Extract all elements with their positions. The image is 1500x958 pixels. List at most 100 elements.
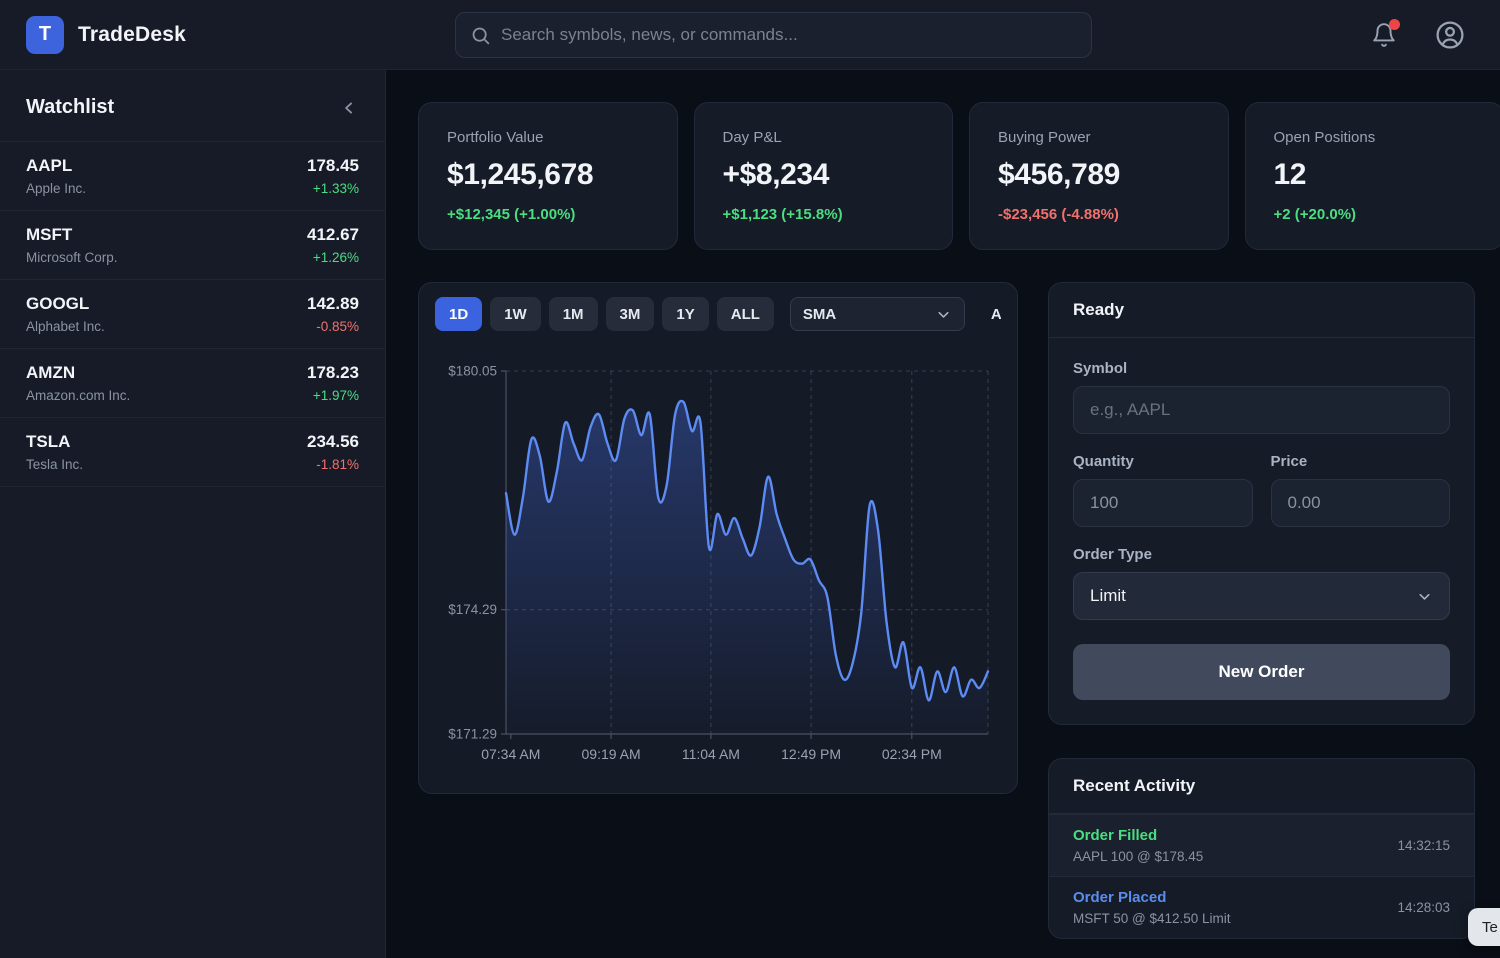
chevron-down-icon (1416, 588, 1433, 605)
stat-card: Portfolio Value $1,245,678 +$12,345 (+1.… (418, 102, 678, 250)
quantity-input[interactable] (1073, 479, 1253, 527)
timeframe-button-1m[interactable]: 1M (549, 297, 598, 331)
svg-text:07:34 AM: 07:34 AM (481, 746, 540, 762)
company-name: Microsoft Corp. (26, 250, 118, 265)
ticker-price: 178.23 (307, 363, 359, 383)
ticker-symbol: AAPL (26, 156, 86, 176)
account-button[interactable] (1432, 17, 1468, 53)
order-ticket-panel: Ready Symbol Quantity Price (1048, 282, 1475, 725)
timeframe-button-1y[interactable]: 1Y (662, 297, 708, 331)
ticker-symbol: GOOGL (26, 294, 105, 314)
watchlist-row-googl[interactable]: GOOGL Alphabet Inc. 142.89 -0.85% (0, 280, 385, 349)
svg-text:$171.29: $171.29 (448, 727, 497, 742)
search-input[interactable] (501, 25, 1077, 45)
watchlist-title: Watchlist (26, 96, 114, 119)
activity-item[interactable]: Order Placed MSFT 50 @ $412.50 Limit 14:… (1049, 876, 1474, 938)
toast-notification[interactable]: Te (1468, 908, 1500, 946)
stat-value: $456,789 (998, 158, 1200, 192)
ticker-change: +1.26% (307, 250, 359, 265)
watchlist-row-amzn[interactable]: AMZN Amazon.com Inc. 178.23 +1.97% (0, 349, 385, 418)
order-type-value: Limit (1090, 586, 1126, 606)
price-input[interactable] (1271, 479, 1451, 527)
company-name: Tesla Inc. (26, 457, 83, 472)
chevron-down-icon (935, 306, 952, 323)
order-type-label: Order Type (1073, 546, 1450, 563)
user-avatar-icon (1434, 19, 1466, 51)
activity-detail: MSFT 50 @ $412.50 Limit (1073, 911, 1231, 926)
main-content: Portfolio Value $1,245,678 +$12,345 (+1.… (386, 70, 1500, 958)
app-title: TradeDesk (78, 23, 186, 47)
ticker-symbol: TSLA (26, 432, 83, 452)
stat-card: Open Positions 12 +2 (+20.0%) (1245, 102, 1500, 250)
ticker-price: 178.45 (307, 156, 359, 176)
indicator-select[interactable]: SMA (790, 297, 965, 331)
ticker-change: -0.85% (307, 319, 359, 334)
stat-change: -$23,456 (-4.88%) (998, 206, 1200, 223)
order-status: Ready (1049, 283, 1474, 338)
activity-list: Order Filled AAPL 100 @ $178.45 14:32:15… (1049, 814, 1474, 938)
search-icon (470, 25, 491, 46)
watchlist-row-msft[interactable]: MSFT Microsoft Corp. 412.67 +1.26% (0, 211, 385, 280)
indicator-selected-value: SMA (803, 306, 836, 323)
global-search[interactable] (455, 12, 1092, 58)
stat-value: $1,245,678 (447, 158, 649, 192)
notifications-button[interactable] (1366, 17, 1402, 53)
svg-text:11:04 AM: 11:04 AM (682, 746, 740, 762)
svg-text:$180.05: $180.05 (448, 364, 497, 379)
activity-detail: AAPL 100 @ $178.45 (1073, 849, 1203, 864)
activity-time: 14:32:15 (1397, 838, 1450, 853)
stat-label: Day P&L (723, 129, 925, 146)
new-order-button[interactable]: New Order (1073, 644, 1450, 700)
chart-toolbar: 1D 1W 1M 3M 1Y ALL SMA Annotate (435, 297, 1001, 331)
svg-text:02:34 PM: 02:34 PM (882, 746, 942, 762)
company-name: Alphabet Inc. (26, 319, 105, 334)
activity-title: Order Filled (1073, 827, 1203, 844)
price-chart-card: 1D 1W 1M 3M 1Y ALL SMA Annotate $180.05$… (418, 282, 1018, 794)
stat-change: +$1,123 (+15.8%) (723, 206, 925, 223)
watchlist-row-aapl[interactable]: AAPL Apple Inc. 178.45 +1.33% (0, 142, 385, 211)
stat-card: Day P&L +$8,234 +$1,123 (+15.8%) (694, 102, 954, 250)
collapse-sidebar-button[interactable] (339, 98, 359, 118)
stats-row: Portfolio Value $1,245,678 +$12,345 (+1.… (418, 102, 1500, 250)
quantity-label: Quantity (1073, 453, 1253, 470)
ticker-change: +1.97% (307, 388, 359, 403)
brand: T TradeDesk (0, 16, 186, 54)
annotate-button[interactable]: Annotate (991, 306, 1001, 323)
timeframe-button-3m[interactable]: 3M (606, 297, 655, 331)
timeframe-button-1d[interactable]: 1D (435, 297, 482, 331)
recent-activity-panel: Recent Activity Order Filled AAPL 100 @ … (1048, 758, 1475, 939)
company-name: Amazon.com Inc. (26, 388, 130, 403)
ticker-symbol: MSFT (26, 225, 118, 245)
ticker-price: 234.56 (307, 432, 359, 452)
svg-text:09:19 AM: 09:19 AM (582, 746, 641, 762)
watchlist-row-tsla[interactable]: TSLA Tesla Inc. 234.56 -1.81% (0, 418, 385, 487)
stat-card: Buying Power $456,789 -$23,456 (-4.88%) (969, 102, 1229, 250)
watchlist-sidebar: Watchlist AAPL Apple Inc. 178.45 +1.33% … (0, 70, 386, 958)
ticker-price: 412.67 (307, 225, 359, 245)
svg-text:$174.29: $174.29 (448, 602, 497, 617)
order-type-select[interactable]: Limit (1073, 572, 1450, 620)
app-logo: T (26, 16, 64, 54)
activity-time: 14:28:03 (1397, 900, 1450, 915)
stat-label: Portfolio Value (447, 129, 649, 146)
company-name: Apple Inc. (26, 181, 86, 196)
stat-label: Open Positions (1274, 129, 1476, 146)
stat-label: Buying Power (998, 129, 1200, 146)
timeframe-button-all[interactable]: ALL (717, 297, 774, 331)
watchlist-items: AAPL Apple Inc. 178.45 +1.33% MSFT Micro… (0, 142, 385, 487)
svg-text:12:49 PM: 12:49 PM (781, 746, 841, 762)
symbol-label: Symbol (1073, 360, 1450, 377)
ticker-symbol: AMZN (26, 363, 130, 383)
timeframe-button-1w[interactable]: 1W (490, 297, 541, 331)
activity-title: Order Placed (1073, 889, 1231, 906)
stat-value: 12 (1274, 158, 1476, 192)
recent-activity-title: Recent Activity (1049, 759, 1474, 814)
activity-item[interactable]: Order Filled AAPL 100 @ $178.45 14:32:15 (1049, 814, 1474, 876)
top-bar: T TradeDesk (0, 0, 1500, 70)
notification-badge (1389, 19, 1400, 30)
price-chart[interactable]: $180.05 $174.29 $171.29 07:34 AM 09:19 AM 11:… (435, 337, 1001, 782)
price-label: Price (1271, 453, 1451, 470)
stat-value: +$8,234 (723, 158, 925, 192)
symbol-input[interactable] (1073, 386, 1450, 434)
stat-change: +$12,345 (+1.00%) (447, 206, 649, 223)
